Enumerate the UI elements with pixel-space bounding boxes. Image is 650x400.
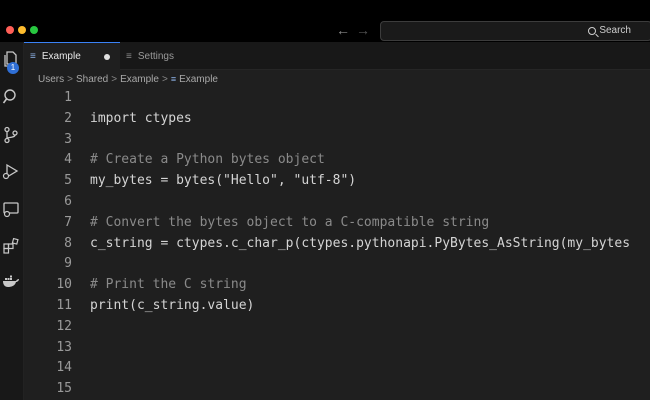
close-window-button[interactable] — [6, 26, 14, 34]
docker-icon[interactable] — [2, 272, 20, 290]
activity-bar: 1 — [0, 42, 24, 400]
code-line[interactable]: 11 print(c_string.value) — [24, 296, 650, 316]
forward-arrow-icon[interactable]: → — [356, 22, 370, 38]
source-control-icon[interactable] — [2, 126, 20, 144]
code-line[interactable]: 15 — [24, 379, 650, 399]
breadcrumb-item[interactable]: Example — [179, 74, 218, 85]
back-arrow-icon[interactable]: ← — [336, 22, 350, 38]
files-badge: 1 — [7, 62, 19, 74]
code-comment: # Convert the bytes object to a C-compat… — [90, 214, 490, 230]
line-number: 5 — [64, 173, 72, 189]
line-number: 13 — [56, 339, 72, 355]
maximize-window-button[interactable] — [30, 26, 38, 34]
code-line[interactable]: 9 — [24, 254, 650, 274]
tab-label: Settings — [137, 50, 174, 62]
search-box-label: Search — [588, 25, 631, 36]
run-debug-icon[interactable] — [2, 162, 20, 180]
code-line[interactable]: 3 — [24, 130, 650, 150]
unsaved-changes-dot-icon[interactable] — [104, 54, 110, 60]
file-lines-icon: ≡ — [126, 50, 132, 62]
line-number: 11 — [56, 298, 72, 313]
minimize-window-button[interactable] — [18, 26, 26, 34]
breadcrumb-item[interactable]: Shared — [76, 74, 108, 85]
line-number: 4 — [64, 152, 72, 168]
editor-tab-bar: ≡ Example ≡ Settings — [24, 42, 650, 70]
breadcrumb-separator: > — [111, 73, 118, 85]
code-line[interactable]: 8 c_string = ctypes.c_char_p(ctypes.pytho… — [24, 234, 650, 254]
breadcrumb-separator: > — [67, 73, 73, 85]
line-number: 14 — [56, 360, 72, 376]
remote-explorer-icon[interactable] — [2, 200, 20, 218]
code-text: print(c_string.value) — [90, 298, 255, 313]
search-icon[interactable] — [2, 88, 20, 106]
code-editor[interactable]: 1 2 import ctypes 3 4 # Create a Python bytes… — [24, 88, 650, 400]
command-search-box[interactable]: Search — [380, 21, 650, 41]
code-line[interactable]: 4 # Create a Python bytes object — [24, 150, 650, 170]
line-number: 1 — [64, 90, 72, 105]
breadcrumb-item[interactable]: Users — [38, 74, 64, 85]
line-number: 9 — [64, 256, 72, 272]
tab-example[interactable]: ≡ Example — [24, 42, 120, 70]
line-number: 10 — [56, 277, 72, 293]
line-number: 12 — [56, 318, 72, 334]
line-number: 8 — [64, 235, 72, 251]
code-line[interactable]: 14 — [24, 358, 650, 378]
line-number: 7 — [64, 214, 72, 230]
code-line[interactable]: 1 — [24, 88, 650, 108]
code-comment: # Print the C string — [90, 277, 247, 293]
code-line[interactable]: 10 # Print the C string — [24, 275, 650, 295]
code-text: my_bytes = bytes("Hello", "utf-8") — [90, 173, 357, 189]
code-line[interactable]: 7 # Convert the bytes object to a C-compa… — [24, 213, 650, 233]
line-number: 3 — [64, 131, 72, 147]
title-bar: ← → Search — [0, 0, 650, 42]
code-line[interactable]: 13 — [24, 338, 650, 358]
file-lines-icon: ≡ — [30, 51, 36, 62]
code-comment: # Create a Python bytes object — [90, 152, 325, 168]
extensions-icon[interactable] — [2, 236, 20, 254]
tab-label: Example — [41, 51, 81, 62]
breadcrumb-separator: > — [161, 73, 168, 85]
code-text: import ctypes — [90, 110, 192, 126]
breadcrumb: Users > Shared > Example > ≡ Example — [24, 70, 650, 88]
line-number: 6 — [64, 194, 72, 209]
tab-settings[interactable]: ≡ Settings — [120, 42, 210, 70]
code-line[interactable]: 12 — [24, 317, 650, 337]
code-line[interactable]: 6 — [24, 192, 650, 212]
line-number: 15 — [56, 381, 72, 397]
code-line[interactable]: 2 import ctypes — [24, 109, 650, 129]
file-lines-icon: ≡ — [170, 74, 177, 84]
line-number: 2 — [64, 110, 72, 126]
code-text: c_string = ctypes.c_char_p(ctypes.python… — [90, 235, 631, 251]
code-line[interactable]: 5 my_bytes = bytes("Hello", "utf-8") — [24, 171, 650, 191]
breadcrumb-item[interactable]: Example — [120, 74, 159, 85]
search-text: Search — [599, 25, 631, 36]
search-icon — [588, 26, 597, 35]
